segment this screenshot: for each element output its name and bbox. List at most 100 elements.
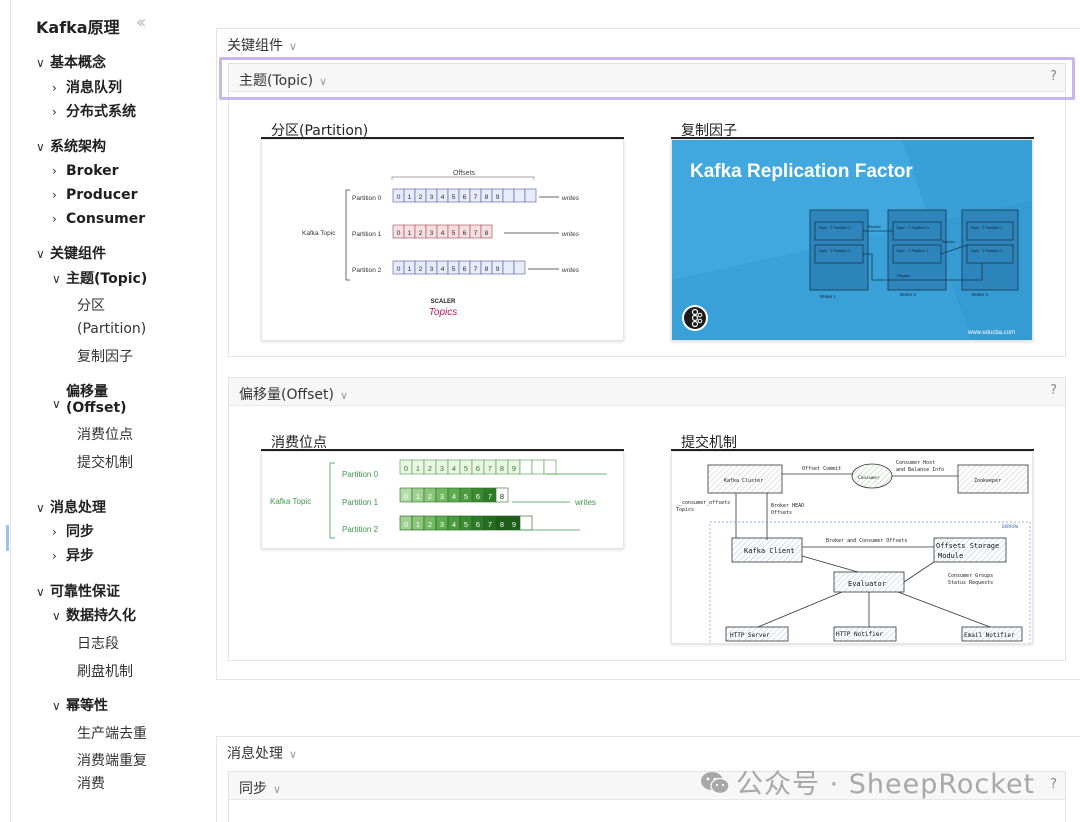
chevron-down-icon[interactable]: ∨ bbox=[36, 137, 50, 157]
offset-cell bbox=[524, 188, 537, 203]
offset-cell-label: 6 bbox=[476, 492, 480, 501]
svg-text:Consumer: Consumer bbox=[858, 475, 880, 481]
offset-cell-label: 9 bbox=[496, 194, 500, 201]
nav-item-async[interactable]: › 异步 bbox=[52, 546, 94, 566]
nav-item-partition[interactable]: 分区 bbox=[77, 296, 105, 316]
nav-item-message-queue[interactable]: › 消息队列 bbox=[52, 78, 122, 98]
nav-item-replication[interactable]: 复制因子 bbox=[77, 347, 133, 367]
svg-text:Partition 2: Partition 2 bbox=[342, 525, 379, 534]
chevron-right-icon[interactable]: › bbox=[52, 78, 66, 98]
chevron-down-icon[interactable]: ∨ bbox=[52, 394, 66, 414]
chevron-down-icon[interactable]: ∨ bbox=[52, 606, 66, 626]
svg-text:writes: writes bbox=[574, 498, 596, 507]
nav-item-consumer[interactable]: › Consumer bbox=[52, 209, 145, 229]
offset-cell bbox=[502, 188, 515, 203]
offset-cell-label: 0 bbox=[404, 492, 408, 501]
chevron-down-icon[interactable]: ∨ bbox=[289, 748, 297, 761]
nav-item-partition-en[interactable]: (Partition) bbox=[77, 319, 146, 339]
chevron-down-icon[interactable]: ∨ bbox=[36, 53, 50, 73]
offset-cell-label: 7 bbox=[474, 266, 478, 273]
chevron-down-icon[interactable]: ∨ bbox=[52, 269, 66, 289]
offset-cell-label: 3 bbox=[440, 464, 444, 473]
replication-title: Kafka Replication Factor bbox=[690, 161, 913, 182]
nav-item-idempotence[interactable]: ∨ 幂等性 bbox=[52, 696, 108, 716]
chevron-down-icon[interactable]: ∨ bbox=[36, 498, 50, 518]
offset-cell-label: 0 bbox=[404, 520, 408, 529]
nav-item-consumer-dup-2[interactable]: 消费 bbox=[77, 774, 105, 794]
nav-item-architecture[interactable]: ∨ 系统架构 bbox=[36, 137, 106, 157]
chevron-down-icon[interactable]: ∨ bbox=[289, 40, 297, 53]
offset-cell-label: 2 bbox=[428, 520, 432, 529]
nav-item-distributed-system[interactable]: › 分布式系统 bbox=[52, 102, 136, 122]
nav-item-producer[interactable]: › Producer bbox=[52, 185, 137, 205]
offset-cell-label: 5 bbox=[452, 194, 456, 201]
offset-cell-label: 1 bbox=[416, 464, 420, 473]
svg-text:Zookeeper: Zookeeper bbox=[974, 478, 1001, 484]
offset-cell-label: 7 bbox=[474, 230, 478, 237]
nav-item-consumer-dup[interactable]: 消费端重复 bbox=[77, 751, 147, 771]
offset-cell-label: 2 bbox=[428, 464, 432, 473]
collapse-sidebar-icon[interactable]: ‹‹ bbox=[136, 12, 147, 33]
chevron-right-icon[interactable]: › bbox=[52, 546, 66, 566]
offset-cell-label: 5 bbox=[464, 520, 468, 529]
nav-item-message-processing[interactable]: ∨ 消息处理 bbox=[36, 498, 106, 518]
panel-title[interactable]: 偏移量(Offset) ∨ bbox=[239, 384, 348, 404]
panel-topic: 主题(Topic) ∨ ? 分区(Partition) Offsets Kafka… bbox=[228, 63, 1066, 357]
nav-item-log-segment[interactable]: 日志段 bbox=[77, 634, 119, 654]
offset-cell-label: 5 bbox=[464, 464, 468, 473]
svg-text:Broker and Consumer Offsets: Broker and Consumer Offsets bbox=[826, 538, 907, 544]
nav-item-sync[interactable]: › 同步 bbox=[52, 522, 94, 542]
svg-text:Broker 2: Broker 2 bbox=[900, 292, 916, 297]
offset-cell-label: 7 bbox=[488, 492, 492, 501]
nav-item-basic-concepts[interactable]: ∨ 基本概念 bbox=[36, 53, 106, 73]
nav-item-broker[interactable]: › Broker bbox=[52, 161, 119, 181]
offset-cell bbox=[531, 459, 545, 475]
svg-text:Partition 1: Partition 1 bbox=[342, 498, 379, 507]
chevron-right-icon[interactable]: › bbox=[52, 209, 66, 229]
svg-text:Partition 0: Partition 0 bbox=[342, 470, 379, 479]
svg-text:HTTP Notifier: HTTP Notifier bbox=[836, 631, 883, 638]
nav-item-commit[interactable]: 提交机制 bbox=[77, 453, 133, 473]
offset-cell-label: 9 bbox=[512, 520, 516, 529]
chevron-right-icon[interactable]: › bbox=[52, 102, 66, 122]
nav-item-consumer-position[interactable]: 消费位点 bbox=[77, 425, 133, 445]
offset-cell-label: 4 bbox=[452, 520, 456, 529]
help-icon[interactable]: ? bbox=[1050, 777, 1057, 792]
wechat-icon bbox=[701, 772, 730, 795]
nav-item-producer-dedup[interactable]: 生产端去重 bbox=[77, 724, 147, 744]
offset-cell-label: 0 bbox=[397, 266, 401, 273]
svg-text:Kafka Client: Kafka Client bbox=[744, 547, 795, 555]
chevron-down-icon[interactable]: ∨ bbox=[36, 244, 50, 264]
kafka-logo-icon bbox=[682, 305, 708, 331]
offset-cell-label: 2 bbox=[419, 194, 423, 201]
offset-cell-label: 3 bbox=[430, 194, 434, 201]
chevron-down-icon[interactable]: ∨ bbox=[52, 696, 66, 716]
section-header[interactable]: 关键组件 ∨ bbox=[227, 35, 297, 55]
chevron-down-icon[interactable]: ∨ bbox=[273, 783, 281, 796]
nav-item-persistence[interactable]: ∨ 数据持久化 bbox=[52, 606, 136, 626]
scroll-indicator[interactable] bbox=[6, 525, 9, 551]
chevron-right-icon[interactable]: › bbox=[52, 522, 66, 542]
svg-text:writes: writes bbox=[562, 195, 580, 202]
offset-cell-label: 0 bbox=[404, 464, 408, 473]
svg-text:Offsets Storage: Offsets Storage bbox=[936, 542, 999, 550]
panel-title[interactable]: 同步 ∨ bbox=[239, 778, 281, 798]
nav-item-flush[interactable]: 刷盘机制 bbox=[77, 662, 133, 682]
help-icon[interactable]: ? bbox=[1050, 383, 1057, 398]
offset-cell-label: 7 bbox=[488, 520, 492, 529]
topic-label: Kafka Topic bbox=[270, 497, 311, 506]
svg-text:Kafka Cluster: Kafka Cluster bbox=[724, 478, 763, 484]
chevron-right-icon[interactable]: › bbox=[52, 185, 66, 205]
nav-item-reliability[interactable]: ∨ 可靠性保证 bbox=[36, 582, 120, 602]
chevron-down-icon[interactable]: ∨ bbox=[36, 582, 50, 602]
chevron-down-icon[interactable]: ∨ bbox=[340, 389, 348, 402]
offset-cell-label: 9 bbox=[512, 464, 516, 473]
nav-item-topic[interactable]: ∨ 主题(Topic) bbox=[52, 269, 147, 289]
nav-item-key-components[interactable]: ∨ 关键组件 bbox=[36, 244, 106, 264]
section-header[interactable]: 消息处理 ∨ bbox=[227, 743, 297, 763]
nav-item-offset-en[interactable]: (Offset) bbox=[66, 398, 127, 418]
chevron-right-icon[interactable]: › bbox=[52, 161, 66, 181]
svg-text:Broker HEAD: Broker HEAD bbox=[771, 503, 804, 509]
offset-cell-label: 5 bbox=[452, 230, 456, 237]
panel-header[interactable] bbox=[229, 378, 1065, 406]
